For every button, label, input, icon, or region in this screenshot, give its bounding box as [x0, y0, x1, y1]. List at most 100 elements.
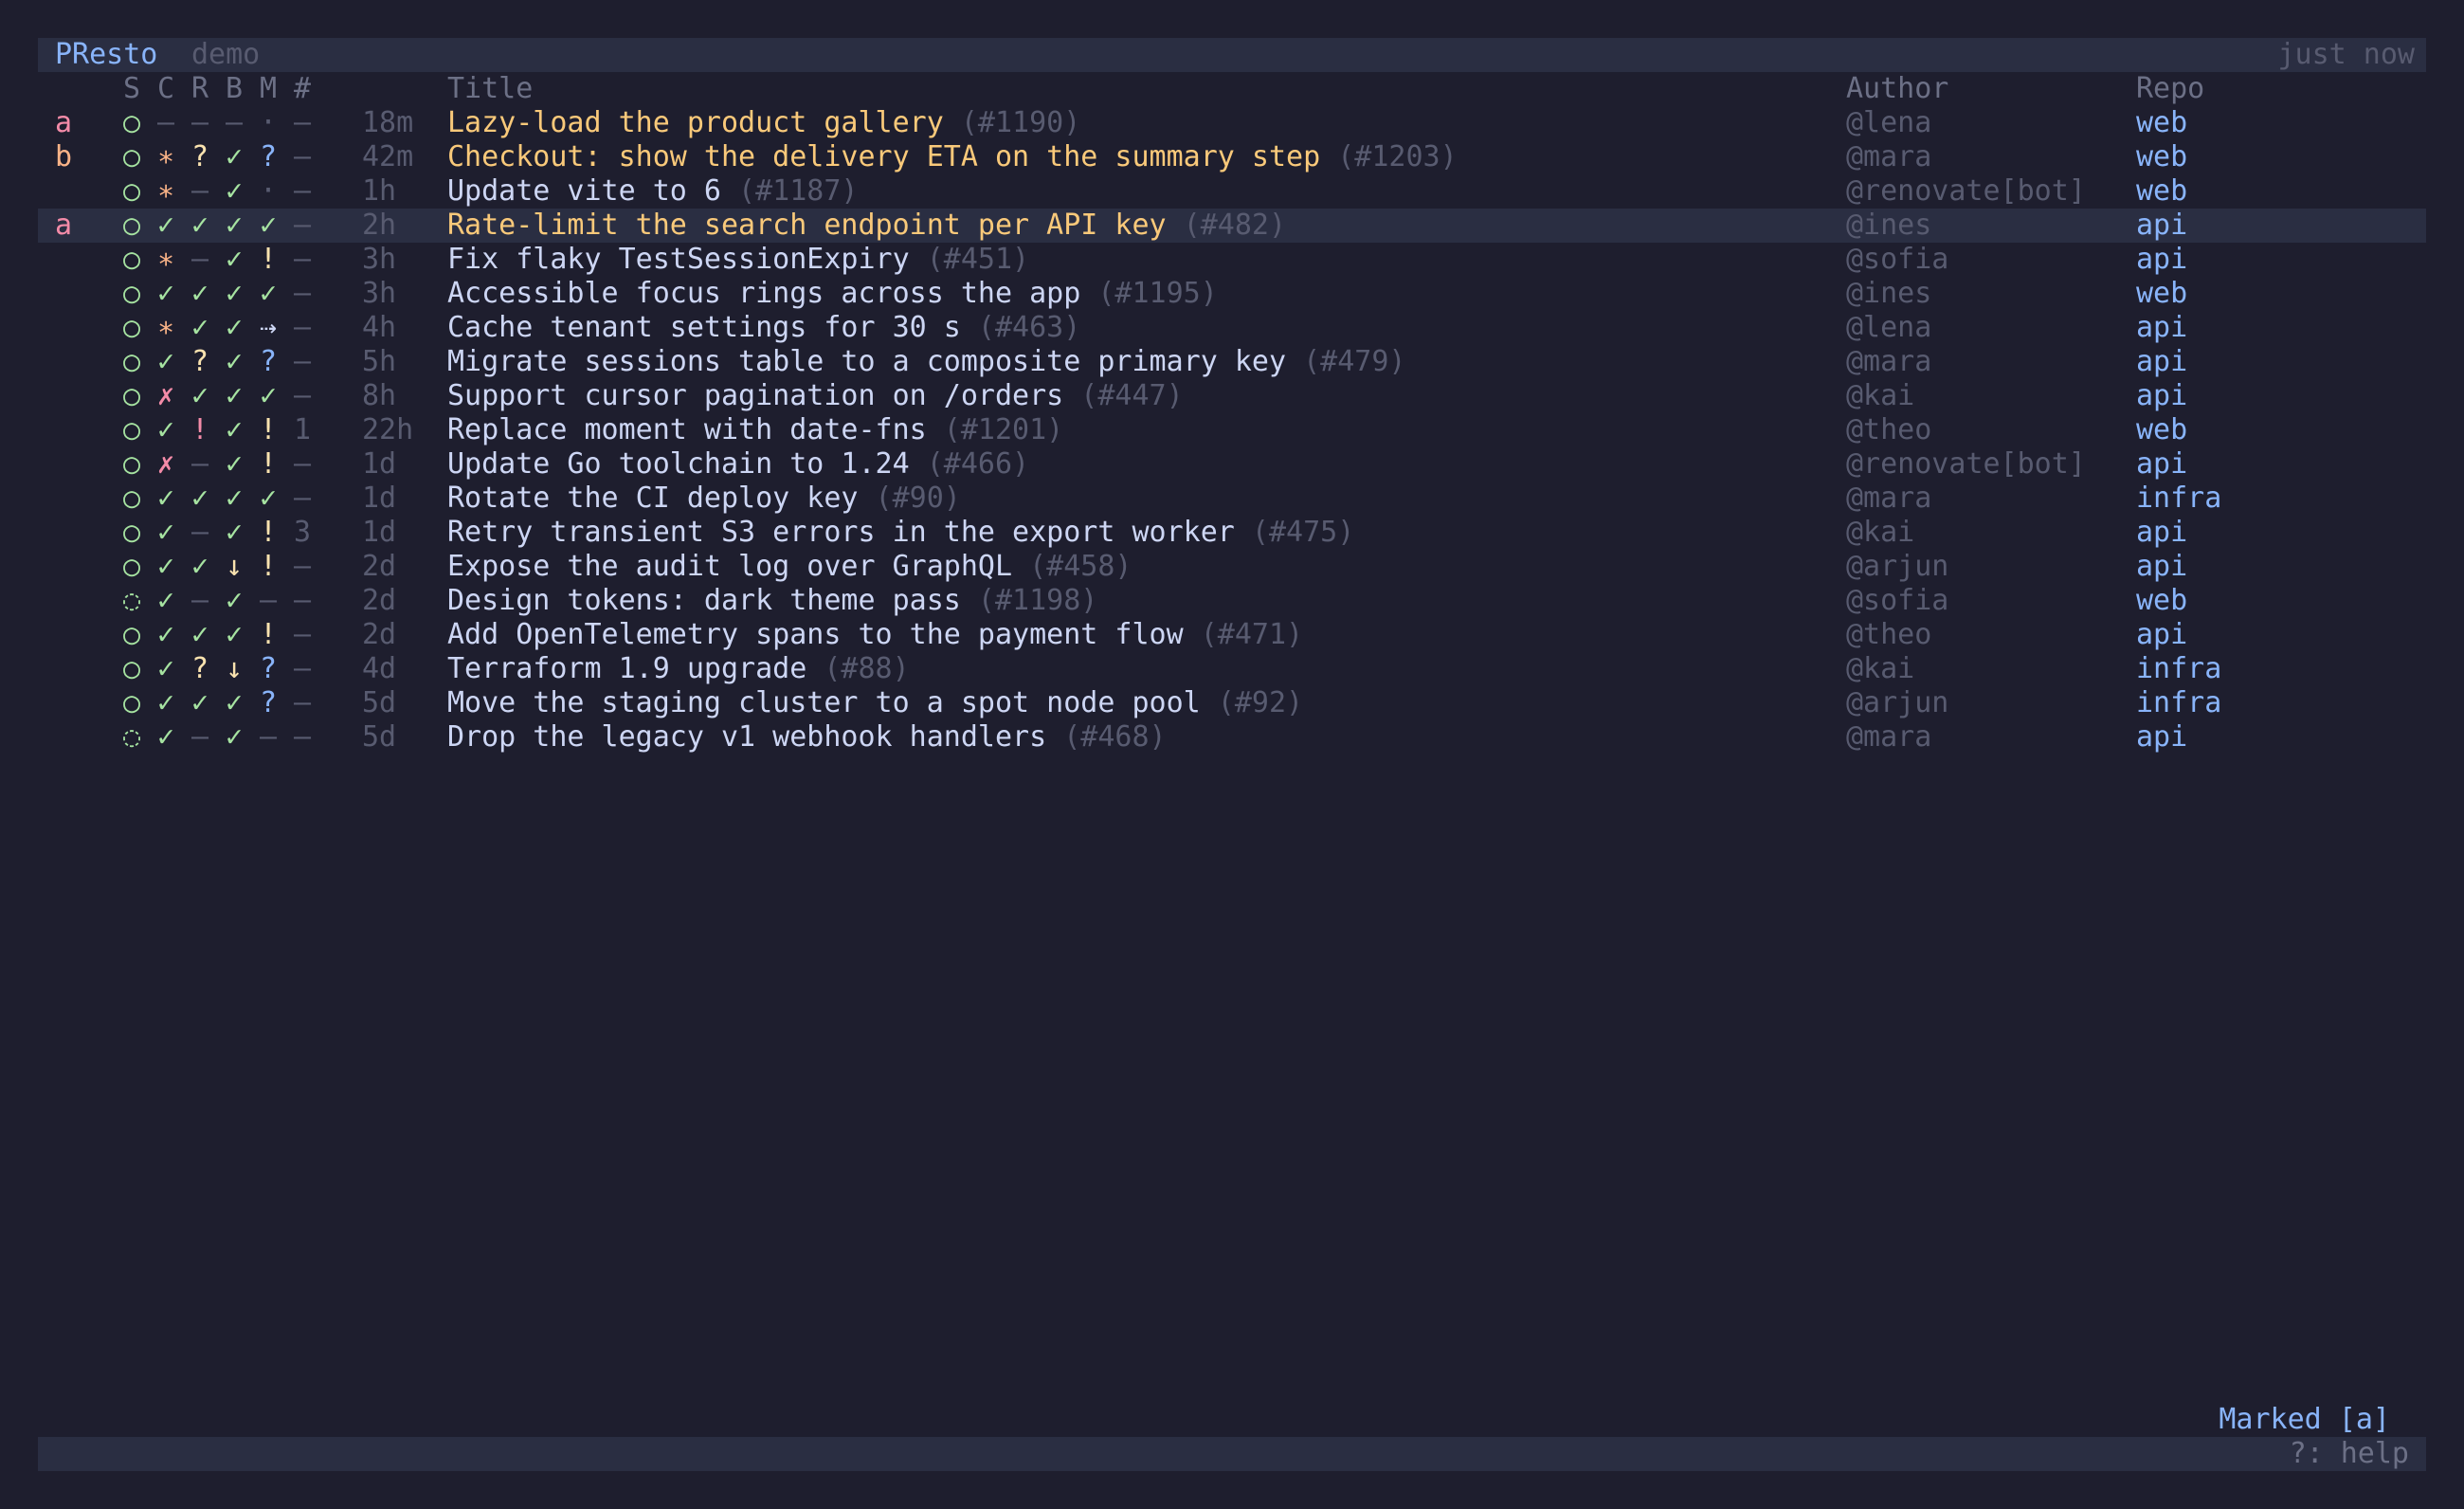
row-title[interactable]: Terraform 1.9 upgrade (#88)	[447, 652, 910, 686]
pr-number: (#479)	[1303, 345, 1406, 378]
pr-row[interactable]: ○ ✗ ✓ ✓ ✓ –8h Support cursor pagination on /or…	[38, 379, 2426, 413]
row-author: @kai	[1846, 652, 1915, 685]
pr-title-text: Rate-limit the search endpoint per API k…	[447, 209, 1167, 242]
row-author: @ines	[1846, 277, 1932, 310]
pr-row[interactable]: ○ ✓ ✓ ✓ ✓ –3h Accessible focus rings across th…	[38, 277, 2426, 311]
ci-indicator: ✓	[156, 345, 175, 378]
column-header-branch[interactable]: B	[217, 72, 251, 106]
row-title[interactable]: Checkout: show the delivery ETA on the s…	[447, 140, 1458, 174]
row-title[interactable]: Cache tenant settings for 30 s (#463)	[447, 311, 1080, 345]
row-age: 1d	[362, 482, 397, 515]
pr-row[interactable]: ○ ✓ – ✓! 3 1d Retry transient S3 errors in the…	[38, 516, 2426, 550]
row-author: @theo	[1846, 413, 1932, 446]
column-header-title[interactable]: Title	[447, 72, 533, 106]
row-title[interactable]: Expose the audit log over GraphQL (#458)	[447, 550, 1132, 584]
column-header-status[interactable]: S	[115, 72, 149, 106]
pr-row[interactable]: ○ ✓! ✓! 1 22h Replace moment with date-fns (#…	[38, 413, 2426, 447]
review-indicator: –	[190, 584, 209, 617]
row-title[interactable]: Update vite to 6 (#1187)	[447, 174, 858, 209]
column-header-repo[interactable]: Repo	[2136, 72, 2204, 106]
pr-row[interactable]: ○ ✗ – ✓! –1d Update Go toolchain to 1.24 (#46…	[38, 447, 2426, 482]
row-mark: a	[55, 209, 73, 242]
row-title[interactable]: Fix flaky TestSessionExpiry (#451)	[447, 243, 1029, 277]
row-title[interactable]: Lazy-load the product gallery (#1190)	[447, 106, 1080, 140]
review-indicator: –	[190, 720, 209, 754]
pr-row[interactable]: ○ ✓ ✓ ↓! – 2d Expose the audit log over GraphQ…	[38, 550, 2426, 584]
row-title[interactable]: Move the staging cluster to a spot node …	[447, 686, 1303, 720]
row-repo: infra	[2136, 482, 2222, 515]
row-age: 4h	[362, 311, 397, 344]
pr-title-text: Retry transient S3 errors in the export …	[447, 516, 1235, 549]
branch-indicator: ✓	[225, 618, 244, 651]
row-repo: api	[2136, 345, 2188, 378]
row-title[interactable]: Support cursor pagination on /orders (#4…	[447, 379, 1184, 413]
pr-row[interactable]: ○ ✓? ↓? –4d Terraform 1.9 upgrade (#88) @kai i…	[38, 652, 2426, 686]
row-age: 2h	[362, 209, 397, 242]
row-age: 5h	[362, 345, 397, 378]
row-title[interactable]: Design tokens: dark theme pass (#1198)	[447, 584, 1097, 618]
pr-title-text: Expose the audit log over GraphQL	[447, 550, 1013, 583]
count-indicator: –	[293, 550, 312, 583]
ci-indicator: ✓	[156, 720, 175, 754]
pr-row[interactable]: a ○ – – – · –18m Lazy-load the product gallery …	[38, 106, 2426, 140]
branch-indicator: ✓	[225, 482, 244, 515]
branch-indicator: ✓	[225, 174, 244, 208]
merge-indicator: ?	[259, 686, 278, 719]
column-header-count[interactable]: #	[285, 72, 319, 106]
row-title[interactable]: Retry transient S3 errors in the export …	[447, 516, 1354, 550]
pr-row[interactable]: ◌ ✓ – ✓ – –5d Drop the legacy v1 webhook handl…	[38, 720, 2426, 754]
review-indicator: !	[190, 413, 209, 446]
pr-row[interactable]: ◌ ✓ – ✓ – –2d Design tokens: dark theme pass (…	[38, 584, 2426, 618]
ci-indicator: ✓	[156, 686, 175, 719]
row-repo: infra	[2136, 652, 2222, 685]
count-indicator: 1	[293, 413, 312, 446]
pr-number: (#458)	[1029, 550, 1132, 583]
pr-row[interactable]: ○ ∗ – ✓ · –1h Update vite to 6 (#1187) @renovat…	[38, 174, 2426, 209]
row-title[interactable]: Rate-limit the search endpoint per API k…	[447, 209, 1286, 243]
row-title[interactable]: Accessible focus rings across the app (#…	[447, 277, 1218, 311]
row-title[interactable]: Migrate sessions table to a composite pr…	[447, 345, 1405, 379]
column-header-author[interactable]: Author	[1846, 72, 1948, 106]
pr-number: (#1190)	[960, 106, 1081, 139]
ci-indicator: ✓	[156, 277, 175, 310]
count-indicator: –	[293, 482, 312, 515]
pr-row[interactable]: ○ ∗ – ✓! –3h Fix flaky TestSessionExpiry (#45…	[38, 243, 2426, 277]
status-indicator: ○	[122, 345, 141, 378]
row-repo: web	[2136, 140, 2188, 173]
count-indicator: –	[293, 311, 312, 344]
row-repo: web	[2136, 584, 2188, 617]
merge-indicator: !	[259, 516, 278, 549]
pr-row[interactable]: ○ ∗ ✓ ✓ ⇢ – 4h Cache tenant settings for 30 s (…	[38, 311, 2426, 345]
branch-indicator: ✓	[225, 720, 244, 754]
pr-row[interactable]: a ○ ✓ ✓ ✓ ✓ –2h Rate-limit the search endpoint …	[38, 209, 2426, 243]
status-indicator: ○	[122, 516, 141, 549]
pr-row[interactable]: ○ ✓? ✓? –5h Migrate sessions table to a comp…	[38, 345, 2426, 379]
pr-number: (#1203)	[1337, 140, 1458, 173]
column-header-review[interactable]: R	[183, 72, 217, 106]
row-repo: api	[2136, 209, 2188, 242]
count-indicator: –	[293, 584, 312, 617]
pr-row[interactable]: ○ ✓ ✓ ✓? – 5d Move the staging cluster to a sp…	[38, 686, 2426, 720]
ci-indicator: ✓	[156, 482, 175, 515]
review-indicator: –	[190, 174, 209, 208]
row-title[interactable]: Rotate the CI deploy key (#90)	[447, 482, 961, 516]
branch-indicator: –	[225, 106, 244, 139]
status-indicator: ◌	[122, 720, 141, 754]
pr-row[interactable]: ○ ✓ ✓ ✓ ✓ –1d Rotate the CI deploy key (#90) @m…	[38, 482, 2426, 516]
row-title[interactable]: Update Go toolchain to 1.24 (#466)	[447, 447, 1029, 482]
row-title[interactable]: Replace moment with date-fns (#1201)	[447, 413, 1063, 447]
row-title[interactable]: Drop the legacy v1 webhook handlers (#46…	[447, 720, 1167, 754]
pr-number: (#1198)	[977, 584, 1098, 617]
column-header-merge[interactable]: M	[251, 72, 285, 106]
row-title[interactable]: Add OpenTelemetry spans to the payment f…	[447, 618, 1303, 652]
marked-indicator: Marked [a]	[2219, 1403, 2390, 1436]
pr-row[interactable]: ○ ✓ ✓ ✓! – 2d Add OpenTelemetry spans to the p…	[38, 618, 2426, 652]
pr-row[interactable]: b ○ ∗? ✓? –42m Checkout: show the delivery ET…	[38, 140, 2426, 174]
ci-indicator: ∗	[156, 140, 175, 173]
row-age: 8h	[362, 379, 397, 412]
count-indicator: –	[293, 686, 312, 719]
column-header-ci[interactable]: C	[149, 72, 183, 106]
branch-indicator: ✓	[225, 277, 244, 310]
ci-indicator: ✗	[156, 447, 175, 481]
count-indicator: –	[293, 720, 312, 754]
